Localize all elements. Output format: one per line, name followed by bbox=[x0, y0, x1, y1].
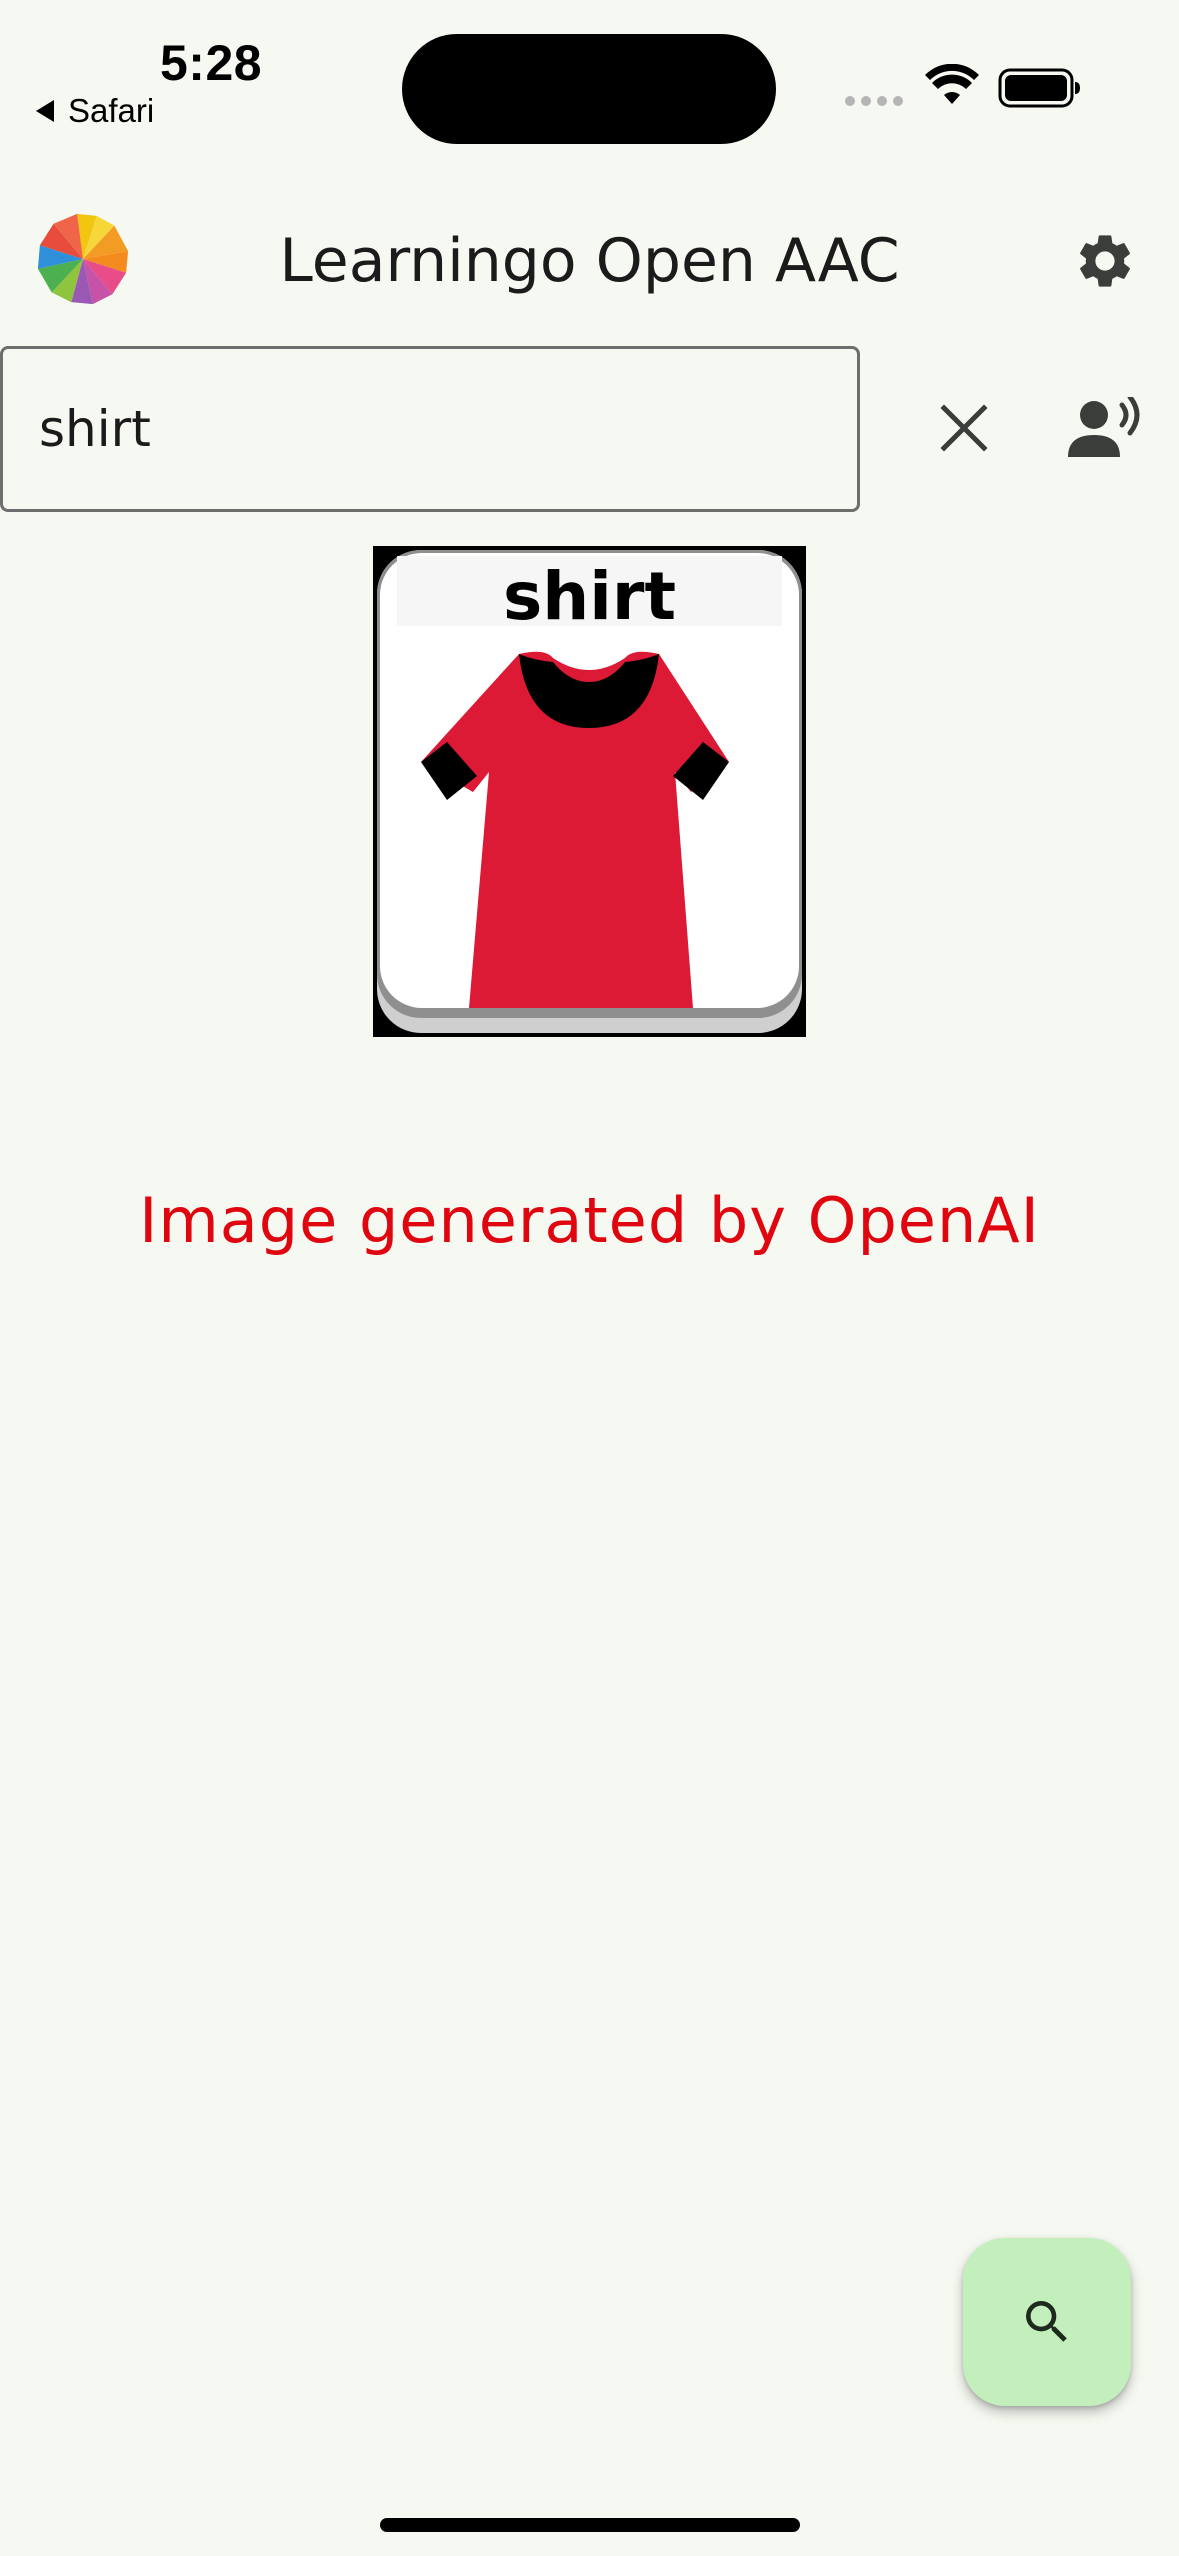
speaking-person-icon bbox=[1068, 397, 1140, 457]
gear-icon bbox=[1080, 235, 1130, 287]
settings-button[interactable] bbox=[1070, 226, 1140, 296]
back-to-safari-link[interactable]: Safari bbox=[36, 92, 154, 130]
attribution-text: Image generated by OpenAI bbox=[139, 1184, 1040, 1257]
clear-search-button[interactable] bbox=[928, 392, 1000, 464]
back-arrow-icon bbox=[36, 100, 54, 122]
back-label: Safari bbox=[68, 92, 155, 129]
close-icon bbox=[940, 404, 988, 452]
app-title: Learningo Open AAC bbox=[279, 226, 900, 296]
status-time: 5:28 bbox=[160, 35, 263, 91]
symbol-card-shirt[interactable]: shirt bbox=[373, 546, 806, 1037]
search-fab-button[interactable] bbox=[963, 2238, 1131, 2406]
symbol-label: shirt bbox=[503, 558, 676, 635]
wifi-icon bbox=[925, 64, 979, 104]
cellular-signal-icon bbox=[845, 96, 903, 106]
dynamic-island bbox=[402, 34, 776, 144]
search-input[interactable] bbox=[0, 346, 860, 512]
home-indicator[interactable] bbox=[380, 2518, 800, 2532]
speak-button[interactable] bbox=[1062, 386, 1146, 470]
battery-icon bbox=[998, 68, 1080, 108]
search-icon bbox=[1026, 2301, 1067, 2342]
